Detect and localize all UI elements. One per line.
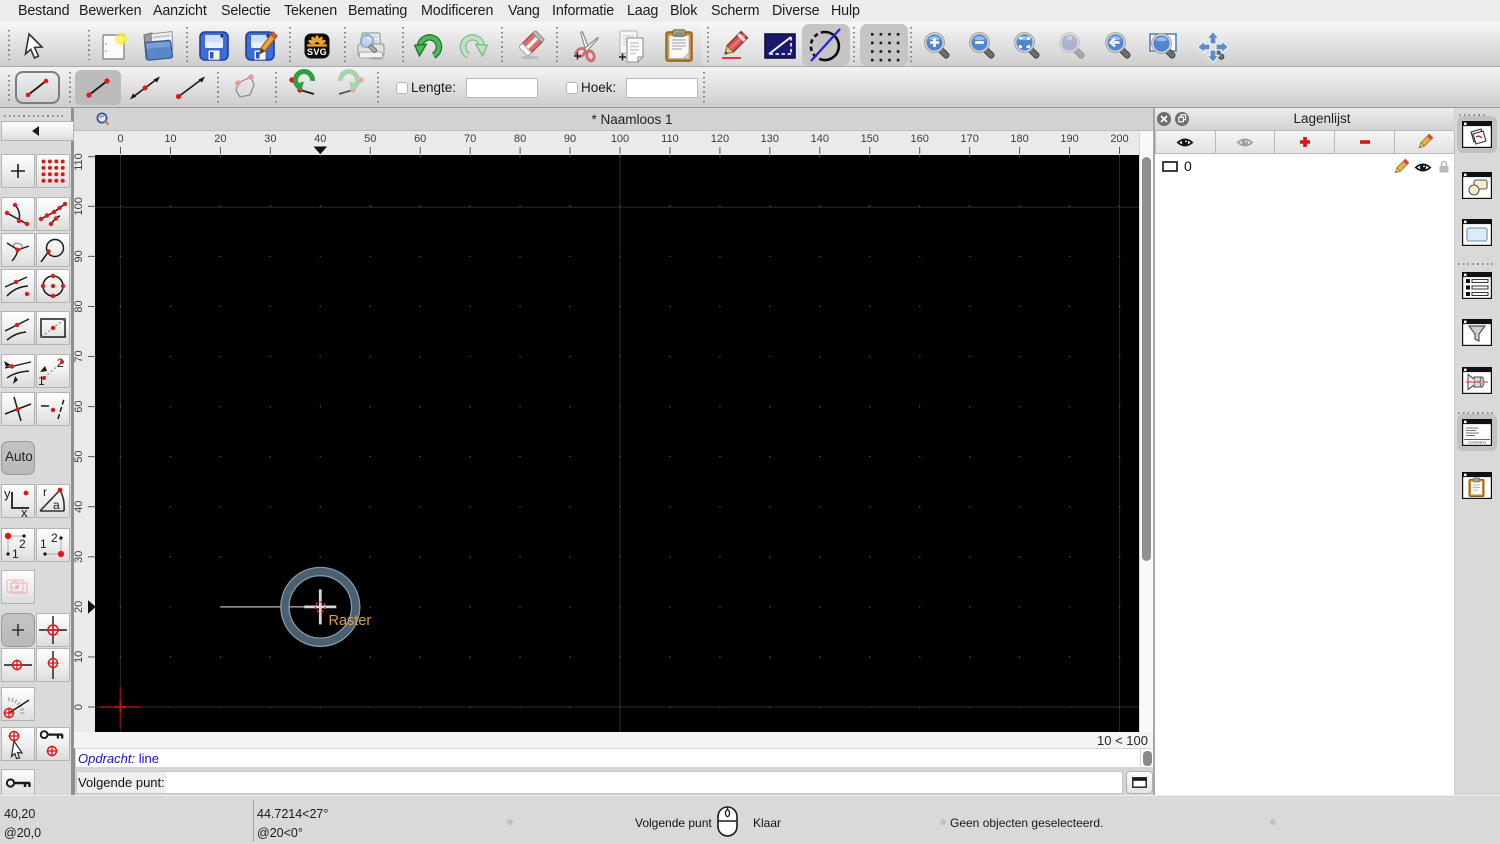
- svg-text:40: 40: [73, 501, 85, 513]
- svg-text:60: 60: [73, 400, 85, 412]
- svg-text:0: 0: [73, 704, 85, 710]
- svg-text:70: 70: [73, 350, 85, 362]
- svg-text:100: 100: [73, 197, 85, 215]
- svg-text:180: 180: [1010, 133, 1028, 145]
- svg-text:30: 30: [73, 551, 85, 563]
- svg-text:140: 140: [811, 133, 829, 145]
- svg-text:90: 90: [73, 250, 85, 262]
- svg-text:170: 170: [960, 133, 978, 145]
- svg-text:110: 110: [661, 133, 679, 145]
- svg-text:20: 20: [73, 601, 85, 613]
- svg-text:160: 160: [911, 133, 929, 145]
- svg-text:50: 50: [73, 451, 85, 463]
- svg-text:130: 130: [761, 133, 779, 145]
- svg-text:0: 0: [117, 133, 123, 145]
- svg-text:70: 70: [464, 133, 476, 145]
- svg-text:190: 190: [1060, 133, 1078, 145]
- svg-text:10: 10: [73, 651, 85, 663]
- svg-text:Raster: Raster: [329, 613, 372, 629]
- svg-text:150: 150: [861, 133, 879, 145]
- svg-text:command: command: [1468, 440, 1486, 445]
- svg-text:80: 80: [73, 300, 85, 312]
- svg-text:10: 10: [164, 133, 176, 145]
- svg-text:100: 100: [611, 133, 629, 145]
- svg-text:30: 30: [264, 133, 276, 145]
- svg-text:110: 110: [73, 153, 85, 171]
- svg-text:80: 80: [514, 133, 526, 145]
- svg-text:60: 60: [414, 133, 426, 145]
- svg-text:90: 90: [564, 133, 576, 145]
- svg-text:50: 50: [364, 133, 376, 145]
- svg-text:120: 120: [711, 133, 729, 145]
- svg-text:20: 20: [214, 133, 226, 145]
- svg-text:200: 200: [1110, 133, 1128, 145]
- svg-text:40: 40: [314, 133, 326, 145]
